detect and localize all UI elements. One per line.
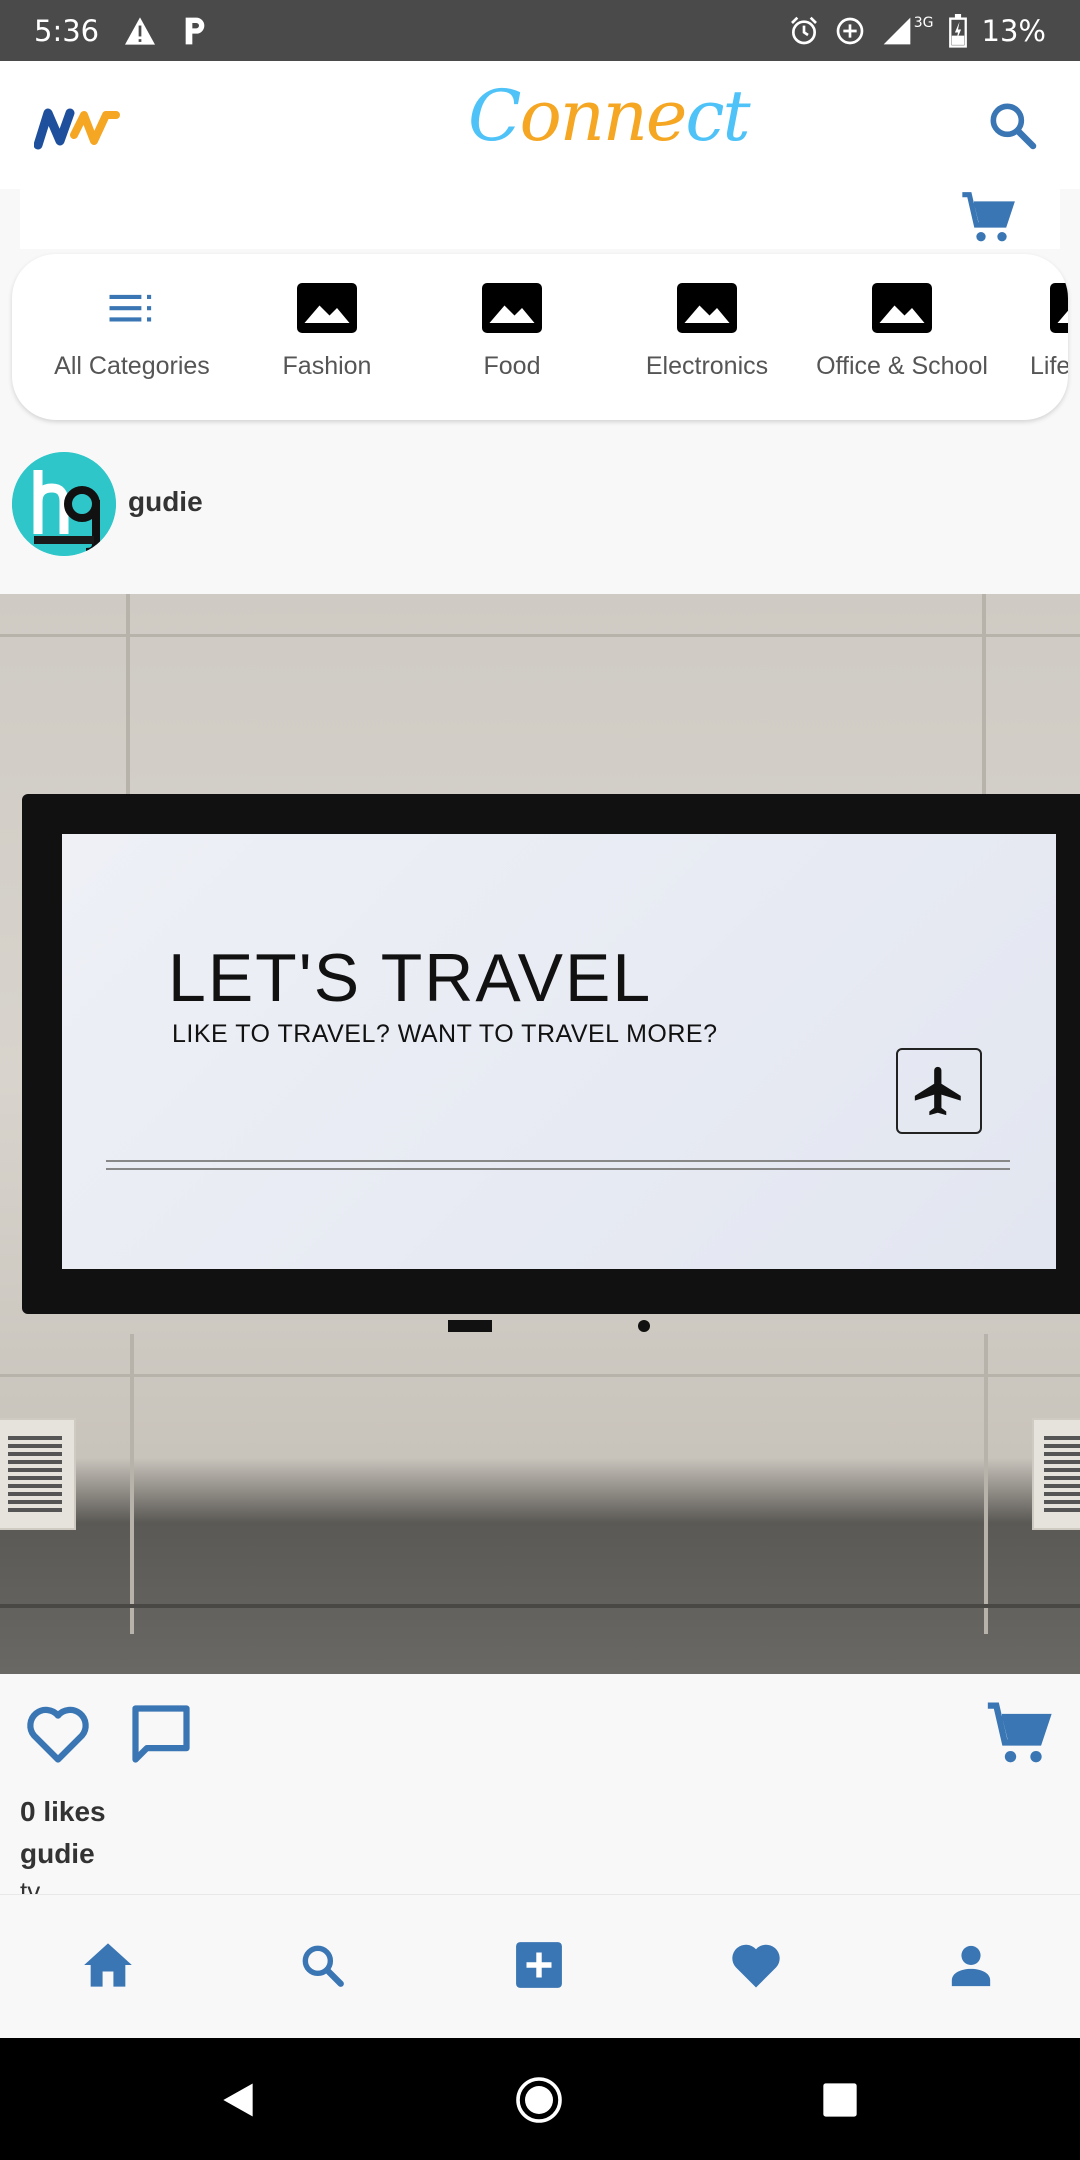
person-icon[interactable] <box>941 1935 1001 1995</box>
category-all[interactable]: All Categories <box>22 254 242 420</box>
list-icon <box>108 280 156 336</box>
tv-title: LET'S TRAVEL <box>168 940 653 1016</box>
home-icon[interactable] <box>78 1935 138 1995</box>
category-label: Life <box>1030 352 1068 380</box>
comment-icon[interactable] <box>126 1700 196 1768</box>
category-label: Fashion <box>282 352 372 380</box>
tile-line <box>126 594 130 794</box>
warning-icon <box>123 16 157 46</box>
category-electronics[interactable]: Electronics <box>622 254 792 420</box>
tile-line <box>984 1334 988 1634</box>
back-icon[interactable] <box>214 2076 262 2124</box>
tv-subtitle: LIKE TO TRAVEL? WANT TO TRAVEL MORE? <box>172 1020 718 1048</box>
post-username[interactable]: gudie <box>128 486 203 518</box>
tv-foot <box>448 1320 492 1332</box>
tile-line <box>0 1604 1080 1608</box>
heart-outline-icon[interactable] <box>24 1702 92 1766</box>
avatar[interactable] <box>12 452 116 556</box>
likes-count[interactable]: 0 likes <box>20 1796 106 1828</box>
category-bar: All Categories Fashion Food Electronics … <box>12 254 1068 420</box>
battery-charging-icon <box>948 13 968 48</box>
image-icon <box>297 280 357 336</box>
vent <box>1032 1418 1080 1530</box>
system-nav-bar <box>0 2038 1080 2160</box>
status-time: 5:36 <box>34 13 100 48</box>
airplane-icon <box>896 1048 982 1134</box>
home-button-icon[interactable] <box>515 2076 563 2124</box>
post-actions: 0 likes gudie tv <box>0 1674 1080 1894</box>
recents-icon[interactable] <box>816 2076 864 2124</box>
heart-icon[interactable] <box>726 1935 786 1995</box>
image-icon <box>677 280 737 336</box>
category-label: Office & School <box>816 352 988 380</box>
app-header: Connect <box>0 61 1080 189</box>
search-icon[interactable] <box>292 1935 352 1995</box>
tile-line <box>0 634 1080 637</box>
post-caption: tv <box>20 1876 41 1894</box>
post-header: gudie <box>0 420 1080 594</box>
category-life[interactable]: Life <box>1012 254 1068 420</box>
alarm-icon <box>788 15 820 47</box>
image-icon <box>482 280 542 336</box>
category-label: Electronics <box>645 352 769 380</box>
cart-icon[interactable] <box>958 190 1018 246</box>
image-icon <box>1050 280 1068 336</box>
cart-bar <box>20 189 1060 249</box>
tile-line <box>982 594 986 794</box>
data-saver-icon <box>834 15 866 47</box>
category-label: All Categories <box>54 352 210 380</box>
vent <box>0 1418 76 1530</box>
add-box-icon[interactable] <box>509 1935 569 1995</box>
parking-icon <box>181 15 209 47</box>
tv-rule <box>106 1160 1010 1170</box>
post-author[interactable]: gudie <box>20 1838 95 1870</box>
status-bar: 5:36 3G 13% <box>0 0 1080 61</box>
image-icon <box>872 280 932 336</box>
tile-line <box>0 1374 1080 1377</box>
category-office-school[interactable]: Office & School <box>802 254 1002 420</box>
bottom-nav <box>0 1894 1080 2038</box>
app-logo[interactable] <box>33 105 122 151</box>
network-type: 3G <box>913 14 934 31</box>
category-food[interactable]: Food <box>432 254 592 420</box>
category-fashion[interactable]: Fashion <box>252 254 402 420</box>
tile-line <box>130 1334 134 1634</box>
search-icon[interactable] <box>984 97 1040 153</box>
brand-wordmark: Connect <box>468 75 751 157</box>
category-label: Food <box>483 352 541 380</box>
post-image[interactable]: LET'S TRAVEL LIKE TO TRAVEL? WANT TO TRA… <box>0 594 1080 1674</box>
signal-icon <box>880 15 914 47</box>
battery-percent: 13% <box>981 13 1046 48</box>
add-to-cart-icon[interactable] <box>984 1700 1054 1768</box>
tv-led <box>638 1320 650 1332</box>
